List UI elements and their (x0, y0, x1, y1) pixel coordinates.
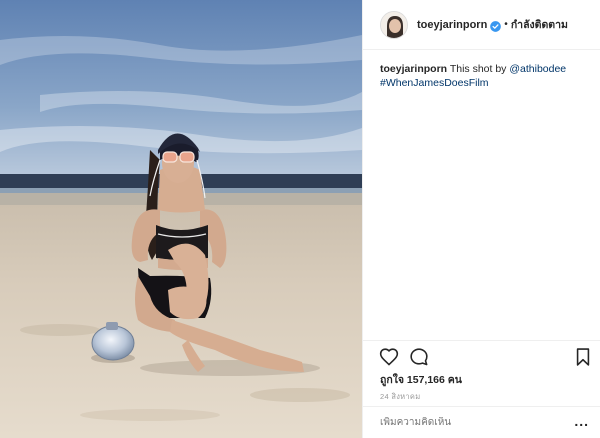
comment-input[interactable] (380, 417, 560, 428)
comment-icon[interactable] (409, 347, 429, 367)
caption-username-link[interactable]: toeyjarinporn (380, 63, 447, 75)
post-header: toeyjarinporn • กำลังติดตาม (363, 0, 600, 50)
verified-badge-icon (490, 19, 502, 32)
heart-icon[interactable] (379, 347, 399, 367)
beach-photo-image (0, 0, 362, 438)
bookmark-icon[interactable] (573, 347, 593, 367)
post-username-link[interactable]: toeyjarinporn (417, 19, 487, 31)
caption-hashtag-link[interactable]: #WhenJamesDoesFilm (380, 77, 489, 89)
caption-mention-link[interactable]: @athibodee (509, 63, 566, 75)
separator-dot: • (504, 19, 508, 30)
post-photo[interactable] (0, 0, 362, 438)
avatar-image (381, 11, 407, 38)
likes-count[interactable]: ถูกใจ 157,166 คน (380, 371, 462, 388)
post-actions-bar (363, 340, 600, 370)
post-caption: toeyjarinporn This shot by @athibodee #W… (380, 62, 590, 90)
more-options-icon[interactable]: ... (574, 413, 589, 429)
follow-status-button[interactable]: กำลังติดตาม (511, 16, 568, 33)
caption-text: This shot by (447, 63, 510, 75)
post-side-panel: toeyjarinporn • กำลังติดตาม toeyjarinpor… (362, 0, 600, 438)
comment-bar: ... (363, 406, 600, 438)
post-date[interactable]: 24 สิงหาคม (380, 391, 420, 403)
avatar[interactable] (380, 10, 408, 39)
